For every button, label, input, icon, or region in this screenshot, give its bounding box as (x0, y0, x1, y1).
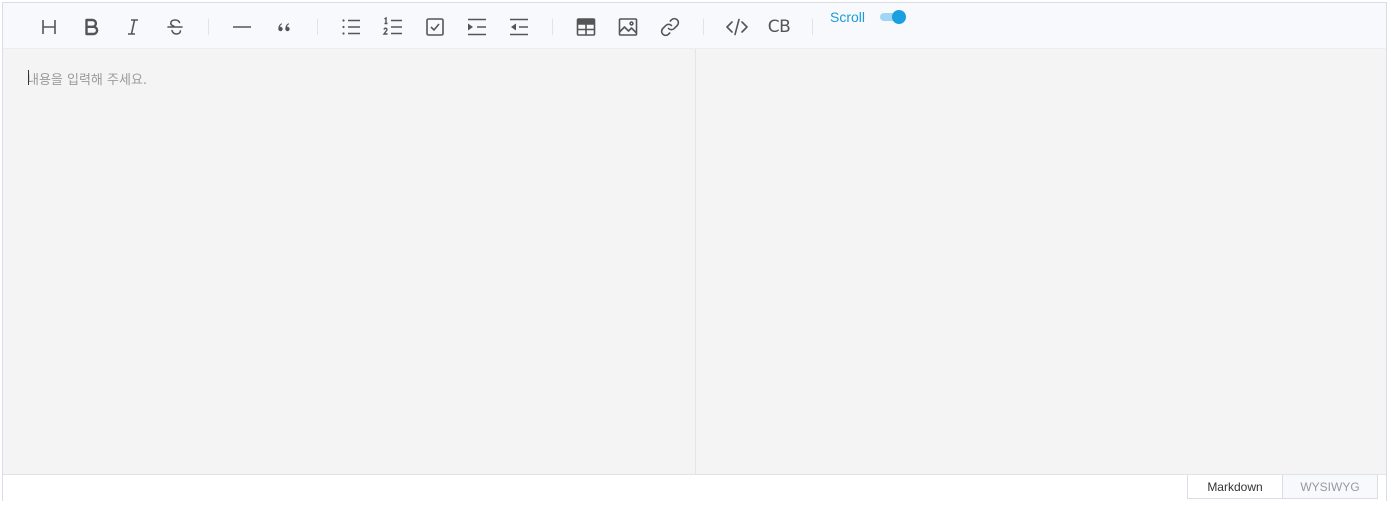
toolbar-divider (552, 19, 553, 35)
markdown-mode-tab[interactable]: Markdown (1187, 475, 1283, 499)
markdown-input[interactable] (27, 69, 667, 449)
heading-icon (42, 20, 56, 34)
code-block-button[interactable]: CB (763, 11, 795, 43)
italic-button[interactable] (117, 11, 149, 43)
bold-button[interactable] (75, 11, 107, 43)
table-icon (576, 18, 596, 36)
bullet-list-button[interactable] (335, 11, 367, 43)
wysiwyg-mode-tab[interactable]: WYSIWYG (1283, 475, 1378, 499)
markdown-editor: CB Scroll Markdown WYSIWYG (2, 2, 1387, 501)
indent-button[interactable] (461, 11, 493, 43)
scroll-sync-label: Scroll (830, 9, 866, 25)
ordered-list-button[interactable] (377, 11, 409, 43)
task-list-button[interactable] (419, 11, 451, 43)
horizontal-line-button[interactable] (226, 11, 258, 43)
outdent-button[interactable] (503, 11, 535, 43)
mode-switch: Markdown WYSIWYG (3, 474, 1386, 501)
bold-icon (85, 18, 99, 36)
link-icon (660, 17, 680, 37)
bullet-list-icon (342, 19, 360, 35)
toggle-knob (892, 10, 907, 24)
text-caret (28, 70, 29, 85)
scroll-sync-toggle[interactable] (880, 10, 907, 24)
scroll-sync-control: Scroll (830, 7, 907, 27)
image-icon (618, 18, 638, 36)
blockquote-button[interactable] (268, 11, 300, 43)
toolbar-divider (208, 19, 209, 35)
heading-button[interactable] (33, 11, 65, 43)
editor-toolbar: CB Scroll (3, 3, 1386, 49)
preview-pane (696, 49, 1386, 474)
link-button[interactable] (654, 11, 686, 43)
toolbar-divider (703, 19, 704, 35)
code-icon (726, 18, 748, 36)
toolbar-divider (317, 19, 318, 35)
strike-icon (167, 19, 183, 35)
ordered-list-icon (382, 16, 402, 35)
image-button[interactable] (612, 11, 644, 43)
table-button[interactable] (570, 11, 602, 43)
toolbar-divider (812, 19, 813, 35)
task-list-icon (426, 18, 444, 36)
horizontal-line-icon (233, 26, 251, 28)
outdent-icon (510, 18, 528, 36)
markdown-pane (3, 49, 696, 474)
indent-icon (468, 18, 486, 36)
blockquote-icon (278, 23, 290, 32)
code-button[interactable] (721, 11, 753, 43)
code-block-icon: CB (767, 17, 791, 37)
italic-icon (128, 19, 138, 35)
strike-button[interactable] (159, 11, 191, 43)
